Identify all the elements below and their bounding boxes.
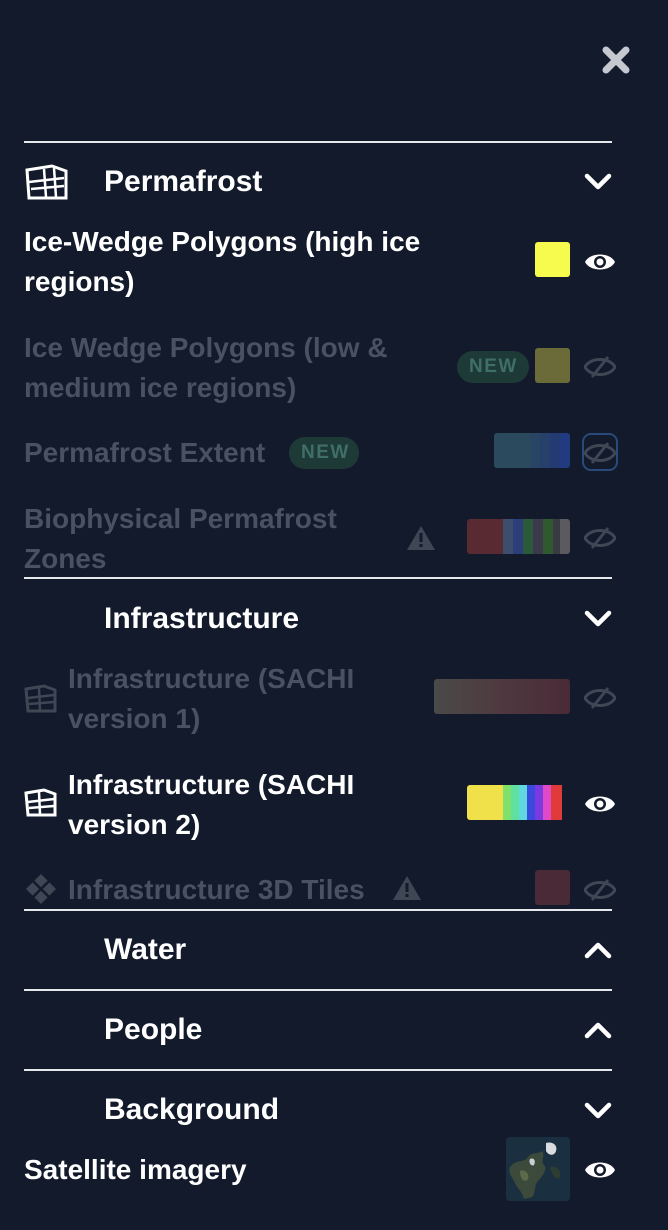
eye-icon[interactable] <box>584 792 616 816</box>
section-title-infrastructure[interactable]: Infrastructure <box>104 601 299 637</box>
layer-ice-wedge-high[interactable]: Ice-Wedge Polygons (high ice regions) <box>24 222 454 302</box>
close-button[interactable] <box>598 42 634 78</box>
eye-slash-icon[interactable] <box>583 878 617 902</box>
section-divider <box>24 1069 612 1071</box>
section-divider <box>24 909 612 911</box>
section-divider <box>24 989 612 991</box>
layer-label: Zones <box>24 543 107 574</box>
chevron-down-icon[interactable] <box>582 602 614 634</box>
warning-icon <box>406 524 436 552</box>
section-title-background[interactable]: Background <box>104 1092 279 1128</box>
legend-swatch <box>434 679 570 714</box>
legend-swatch <box>467 519 570 554</box>
layers-icon <box>24 684 58 714</box>
layer-label: Ice-Wedge Polygons (high ice <box>24 226 421 257</box>
legend-swatch <box>535 870 570 905</box>
tiles-icon <box>24 872 58 904</box>
layer-ice-wedge-low[interactable]: Ice Wedge Polygons (low & medium ice reg… <box>24 328 444 408</box>
layer-biophysical[interactable]: Biophysical Permafrost Zones <box>24 499 404 579</box>
layer-label: version 2) <box>68 809 201 840</box>
layer-label[interactable]: Satellite imagery <box>24 1150 247 1190</box>
layer-infra-v1[interactable]: Infrastructure (SACHI version 1) <box>68 659 408 739</box>
chevron-up-icon[interactable] <box>582 1014 614 1046</box>
layer-label: Biophysical Permafrost <box>24 503 337 534</box>
warning-icon <box>392 874 422 902</box>
eye-slash-icon[interactable] <box>583 526 617 550</box>
legend-swatch <box>535 348 570 383</box>
layer-label: version 1) <box>68 703 201 734</box>
layer-label[interactable]: Permafrost Extent <box>24 433 265 473</box>
legend-swatch <box>467 785 570 820</box>
section-divider <box>24 577 612 579</box>
legend-swatch <box>535 242 570 277</box>
layers-icon <box>24 788 58 818</box>
permafrost-layers-icon <box>24 164 70 202</box>
chevron-down-icon[interactable] <box>582 165 614 197</box>
chevron-up-icon[interactable] <box>582 934 614 966</box>
eye-slash-icon[interactable] <box>583 686 617 710</box>
layer-label: Ice Wedge Polygons (low & <box>24 332 388 363</box>
layer-label: regions) <box>24 266 135 297</box>
layer-label: medium ice regions) <box>24 372 297 403</box>
chevron-down-icon[interactable] <box>582 1094 614 1126</box>
satellite-thumbnail <box>506 1137 570 1201</box>
new-badge: NEW <box>457 351 529 383</box>
eye-icon[interactable] <box>584 1158 616 1182</box>
section-divider <box>24 141 612 143</box>
section-title-water[interactable]: Water <box>104 932 186 968</box>
section-title-people[interactable]: People <box>104 1012 202 1048</box>
layer-label: Infrastructure (SACHI <box>68 769 355 800</box>
eye-icon[interactable] <box>584 250 616 274</box>
new-badge: NEW <box>289 437 359 469</box>
eye-slash-icon[interactable] <box>584 441 616 465</box>
section-title-permafrost[interactable]: Permafrost <box>104 164 262 200</box>
layer-label[interactable]: Infrastructure 3D Tiles <box>68 870 365 910</box>
legend-swatch <box>494 433 570 468</box>
eye-slash-icon[interactable] <box>583 355 617 379</box>
layer-infra-v2[interactable]: Infrastructure (SACHI version 2) <box>68 765 408 845</box>
layer-label: Infrastructure (SACHI <box>68 663 355 694</box>
focus-ring[interactable] <box>582 433 618 471</box>
close-icon[interactable] <box>598 42 634 78</box>
